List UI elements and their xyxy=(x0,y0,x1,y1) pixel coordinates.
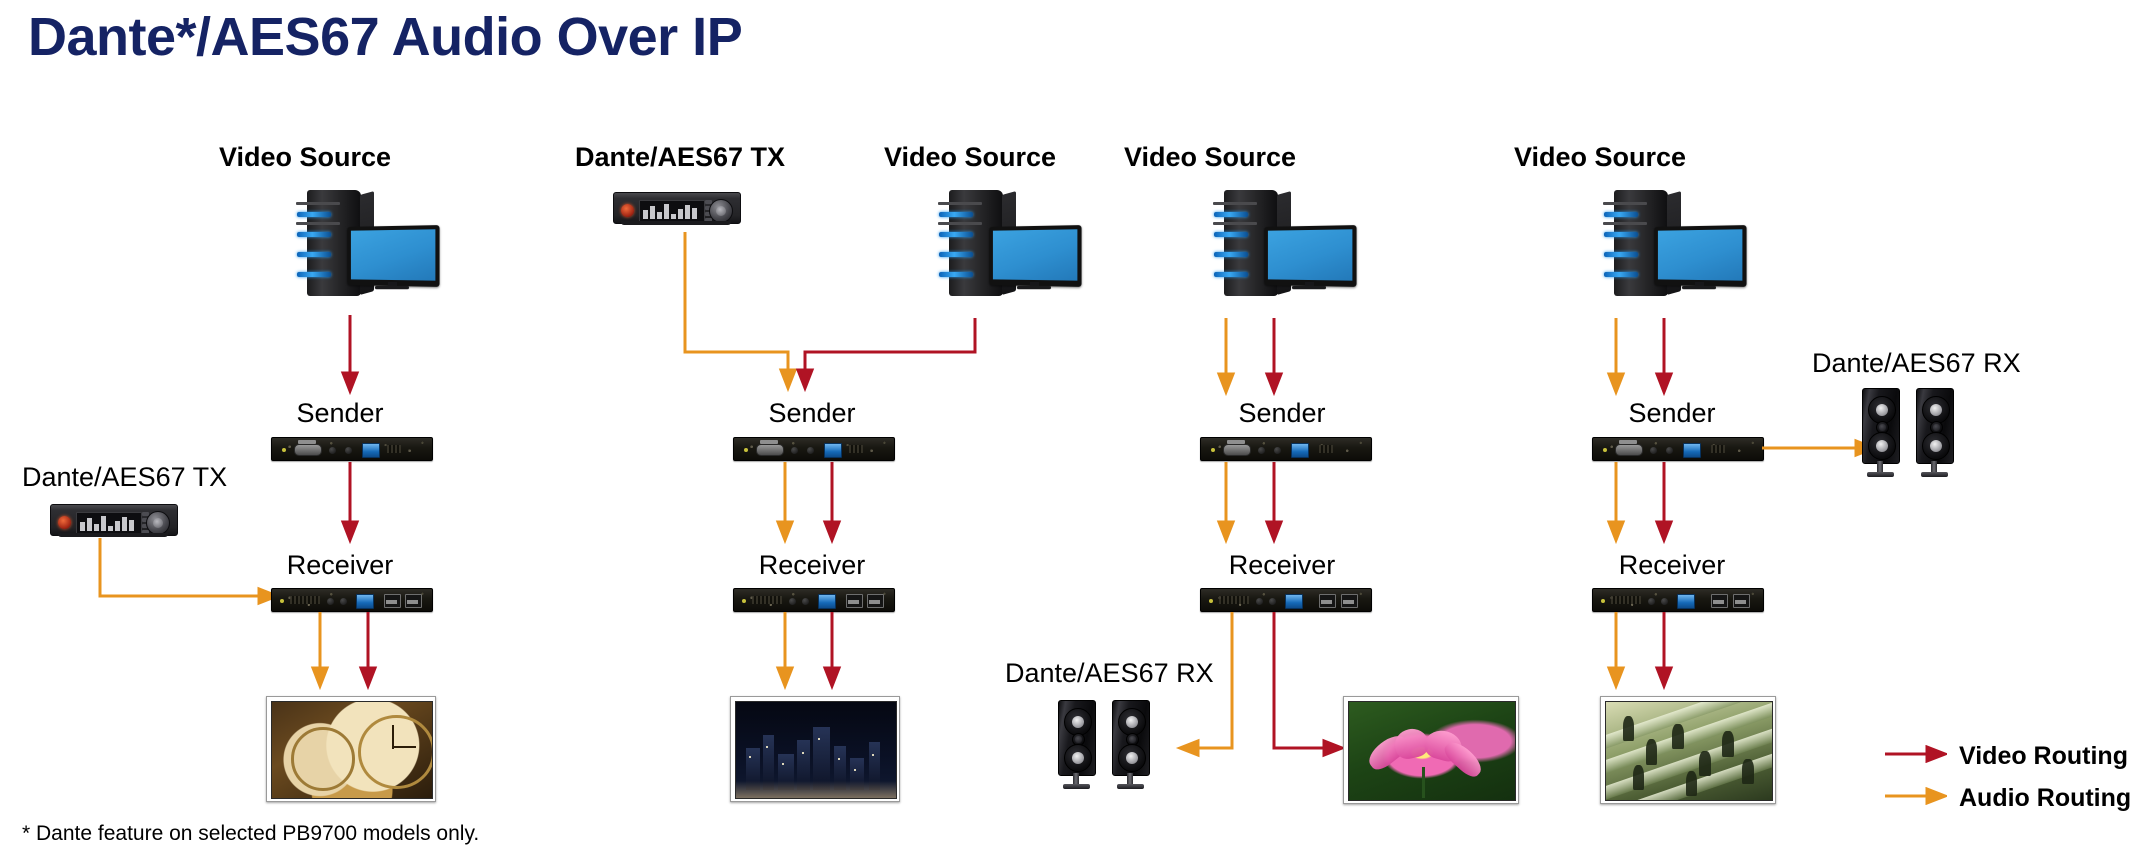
diagram-canvas: Dante*/AES67 Audio Over IP Video Source … xyxy=(0,0,2134,864)
audio-link-sender-to-speakers-4 xyxy=(1762,438,1879,458)
sender-label-2: Sender xyxy=(768,398,856,428)
audio-routing-arrow-icon xyxy=(1885,786,1950,810)
display-city-night xyxy=(730,696,900,802)
speaker-left-icon xyxy=(1862,388,1900,477)
legend-label-video-routing: Video Routing xyxy=(1959,742,2128,770)
video-link-source-to-sender-4 xyxy=(1654,318,1674,397)
video-source-icon-3 xyxy=(1210,190,1358,308)
legend-label-audio-routing: Audio Routing xyxy=(1959,784,2132,812)
receiver-device-1 xyxy=(271,588,433,612)
dante-rx-label-right: Dante/AES67 RX xyxy=(1812,348,2021,378)
display-clocks xyxy=(266,696,436,802)
video-link-receiver-to-display-1 xyxy=(358,612,378,691)
video-source-icon-1 xyxy=(293,190,441,308)
audio-link-dantetx-to-sender-2 xyxy=(680,232,820,393)
column-4-header: Video Source xyxy=(1513,142,1687,172)
sender-device-4 xyxy=(1592,437,1764,461)
sender-label-1: Sender xyxy=(296,398,384,428)
receiver-device-2 xyxy=(733,588,895,612)
legend-item-audio-routing: Audio Routing xyxy=(1885,784,2131,813)
video-link-source-to-sender-3 xyxy=(1264,318,1284,397)
receiver-device-3 xyxy=(1200,588,1372,612)
dante-rx-label-bottom: Dante/AES67 RX xyxy=(1005,658,1214,688)
video-link-sender-to-receiver-4 xyxy=(1654,462,1674,545)
column-2-header: Dante/AES67 TX xyxy=(574,142,786,172)
sender-label-4: Sender xyxy=(1628,398,1716,428)
display-escalator-crowd xyxy=(1600,696,1776,804)
dante-rx-speakers-right xyxy=(1862,388,1972,480)
column-2-header-2: Video Source xyxy=(883,142,1057,172)
audio-link-receiver-to-display-4 xyxy=(1606,612,1626,691)
footnote-text: * Dante feature on selected PB9700 model… xyxy=(22,822,480,845)
receiver-label-4: Receiver xyxy=(1618,550,1726,580)
video-link-receiver-to-display-2 xyxy=(822,612,842,691)
speaker-right-icon xyxy=(1916,388,1954,477)
audio-link-source-to-sender-3 xyxy=(1216,318,1236,397)
audio-link-sender-to-receiver-3 xyxy=(1216,462,1236,545)
audio-link-receiver-to-display-1 xyxy=(310,612,330,691)
sender-device-3 xyxy=(1200,437,1372,461)
column-1-header: Video Source xyxy=(218,142,392,172)
page-title: Dante*/AES67 Audio Over IP xyxy=(28,7,743,67)
video-link-receiver-to-display-4 xyxy=(1654,612,1674,691)
video-source-icon-2 xyxy=(935,190,1083,308)
receiver-label-2: Receiver xyxy=(758,550,866,580)
audio-link-source-to-sender-4 xyxy=(1606,318,1626,397)
dante-tx-label-left: Dante/AES67 TX xyxy=(22,462,228,492)
video-routing-arrow-icon xyxy=(1885,744,1950,768)
sender-device-2 xyxy=(733,437,895,461)
sender-label-3: Sender xyxy=(1238,398,1326,428)
video-source-icon-4 xyxy=(1600,190,1748,308)
receiver-device-4 xyxy=(1592,588,1764,612)
audio-link-receiver-to-display-2 xyxy=(775,612,795,691)
dante-tx-device-left xyxy=(50,502,178,542)
receiver-label-3: Receiver xyxy=(1228,550,1336,580)
video-link-sender-to-receiver-3 xyxy=(1264,462,1284,545)
dante-rx-speakers-bottom xyxy=(1058,700,1168,792)
column-3-header: Video Source xyxy=(1123,142,1297,172)
video-link-sender-to-receiver-2 xyxy=(822,462,842,545)
video-link-sender-to-receiver-1 xyxy=(340,462,360,545)
video-link-source-to-sender-1 xyxy=(340,315,360,396)
video-link-source-to-sender-2 xyxy=(795,318,985,393)
legend-item-video-routing: Video Routing xyxy=(1885,742,2128,771)
video-link-receiver-to-display-3 xyxy=(1264,612,1354,764)
display-lotus-flower xyxy=(1343,696,1519,804)
receiver-label-1: Receiver xyxy=(286,550,394,580)
dante-tx-device-top xyxy=(613,190,741,230)
audio-link-sender-to-receiver-2 xyxy=(775,462,795,545)
audio-link-sender-to-receiver-4 xyxy=(1606,462,1626,545)
speaker-right-icon xyxy=(1112,700,1150,789)
speaker-left-icon xyxy=(1058,700,1096,789)
sender-device-1 xyxy=(271,437,433,461)
